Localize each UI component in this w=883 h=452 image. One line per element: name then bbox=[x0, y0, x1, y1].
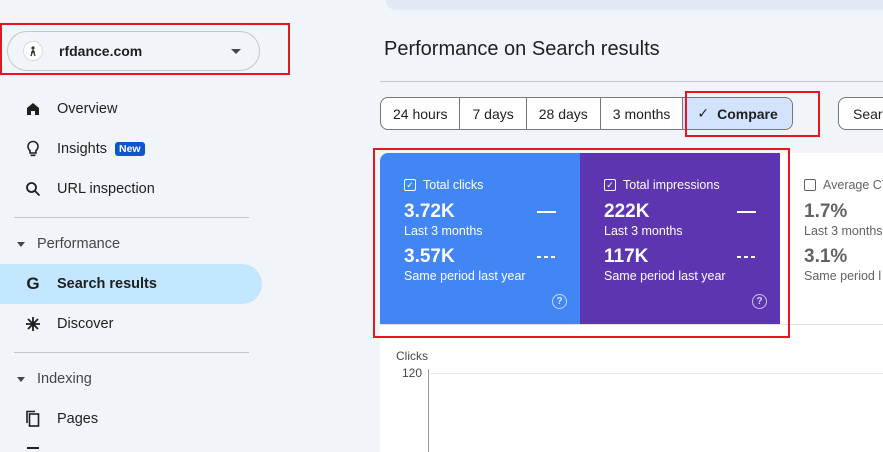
property-name: rfdance.com bbox=[59, 43, 143, 59]
google-g-icon: G bbox=[26, 274, 40, 293]
dashed-line-legend-icon bbox=[537, 256, 556, 258]
check-icon: ✓ bbox=[697, 105, 710, 121]
solid-line-legend-icon bbox=[737, 211, 756, 213]
checkbox-unchecked-icon[interactable] bbox=[804, 179, 816, 191]
section-heading: Performance bbox=[37, 236, 121, 252]
sidebar-item-next[interactable] bbox=[0, 439, 262, 452]
sidebar-section-indexing[interactable]: Indexing bbox=[0, 361, 262, 397]
card-title: Average CT bbox=[823, 178, 883, 192]
main-content: Performance on Search results 24 hours 7… bbox=[380, 0, 883, 452]
card-title: Total clicks bbox=[423, 178, 484, 192]
checkbox-checked-icon[interactable]: ✓ bbox=[404, 179, 416, 191]
checkbox-checked-icon[interactable]: ✓ bbox=[604, 179, 616, 191]
chevron-down-icon bbox=[231, 49, 241, 54]
range-24-hours-button[interactable]: 24 hours bbox=[381, 98, 461, 129]
range-7-days-button[interactable]: 7 days bbox=[460, 98, 527, 129]
caret-down-icon bbox=[17, 376, 25, 382]
chart-gridline bbox=[428, 373, 883, 374]
page: rfdance.com Overview Insights New URL in… bbox=[0, 0, 883, 452]
dashed-line-legend-icon bbox=[737, 256, 756, 258]
site-favicon-icon bbox=[23, 41, 43, 61]
sidebar-item-overview[interactable]: Overview bbox=[0, 89, 262, 129]
previous-label: Same period l bbox=[804, 269, 882, 283]
performance-chart: Clicks 120 bbox=[380, 324, 883, 452]
sidebar-item-pages[interactable]: Pages bbox=[0, 399, 262, 439]
sidebar-divider bbox=[14, 217, 249, 218]
total-impressions-card[interactable]: ✓ Total impressions 222K Last 3 months 1… bbox=[580, 153, 780, 324]
previous-label: Same period last year bbox=[404, 269, 526, 283]
lightbulb-icon bbox=[24, 140, 42, 158]
sidebar-item-label: Pages bbox=[57, 411, 99, 427]
card-title: Total impressions bbox=[623, 178, 720, 192]
compare-button[interactable]: ✓ Compare bbox=[683, 98, 792, 129]
date-range-selector: 24 hours 7 days 28 days 3 months ✓ Compa… bbox=[380, 97, 793, 130]
title-divider bbox=[380, 81, 883, 82]
pages-icon bbox=[24, 410, 42, 428]
sidebar-item-label: Discover bbox=[57, 316, 114, 332]
sidebar-item-url-inspection[interactable]: URL inspection bbox=[0, 169, 262, 209]
chart-y-axis-label: Clicks bbox=[396, 349, 428, 363]
current-label: Last 3 months bbox=[804, 224, 883, 238]
sidebar-item-label: URL inspection bbox=[57, 181, 155, 197]
new-badge: New bbox=[114, 142, 145, 156]
product-logo-fragment bbox=[24, 0, 174, 4]
property-selector[interactable]: rfdance.com bbox=[7, 31, 260, 71]
sidebar-item-insights[interactable]: Insights New bbox=[0, 129, 262, 169]
current-value: 1.7% bbox=[804, 201, 848, 222]
total-clicks-card[interactable]: ✓ Total clicks 3.72K Last 3 months 3.57K… bbox=[380, 153, 580, 324]
sidebar-divider bbox=[14, 352, 249, 353]
range-28-days-button[interactable]: 28 days bbox=[526, 98, 601, 129]
chart-y-axis bbox=[428, 369, 429, 452]
current-label: Last 3 months bbox=[404, 224, 483, 238]
previous-value: 3.1% bbox=[804, 246, 848, 267]
sidebar-item-label: Insights bbox=[57, 141, 107, 157]
asterisk-icon bbox=[24, 315, 42, 333]
metric-cards: ✓ Total clicks 3.72K Last 3 months 3.57K… bbox=[380, 153, 883, 324]
sidebar-item-label: Search results bbox=[57, 276, 157, 292]
previous-label: Same period last year bbox=[604, 269, 726, 283]
chart-y-tick: 120 bbox=[402, 366, 423, 380]
help-icon[interactable]: ? bbox=[552, 294, 567, 309]
search-type-button[interactable]: Sear bbox=[838, 97, 883, 130]
page-title: Performance on Search results bbox=[384, 38, 660, 60]
range-3-months-button[interactable]: 3 months bbox=[600, 98, 684, 129]
current-label: Last 3 months bbox=[604, 224, 683, 238]
top-search-bar-edge bbox=[386, 0, 883, 10]
home-icon bbox=[24, 100, 42, 118]
search-type-label: Sear bbox=[853, 105, 883, 122]
sitemap-icon bbox=[24, 437, 42, 452]
sidebar: rfdance.com Overview Insights New URL in… bbox=[0, 0, 380, 452]
sidebar-section-performance[interactable]: Performance bbox=[0, 226, 262, 262]
compare-label: Compare bbox=[717, 105, 778, 122]
sidebar-item-discover[interactable]: Discover bbox=[0, 304, 262, 344]
help-icon[interactable]: ? bbox=[752, 294, 767, 309]
average-ctr-card[interactable]: Average CT 1.7% Last 3 months 3.1% Same … bbox=[780, 153, 883, 324]
solid-line-legend-icon bbox=[537, 211, 556, 213]
sidebar-item-search-results[interactable]: G Search results bbox=[0, 264, 262, 304]
caret-down-icon bbox=[17, 241, 25, 247]
section-heading: Indexing bbox=[37, 371, 92, 387]
sidebar-item-label: Overview bbox=[57, 101, 118, 117]
search-icon bbox=[24, 180, 42, 198]
